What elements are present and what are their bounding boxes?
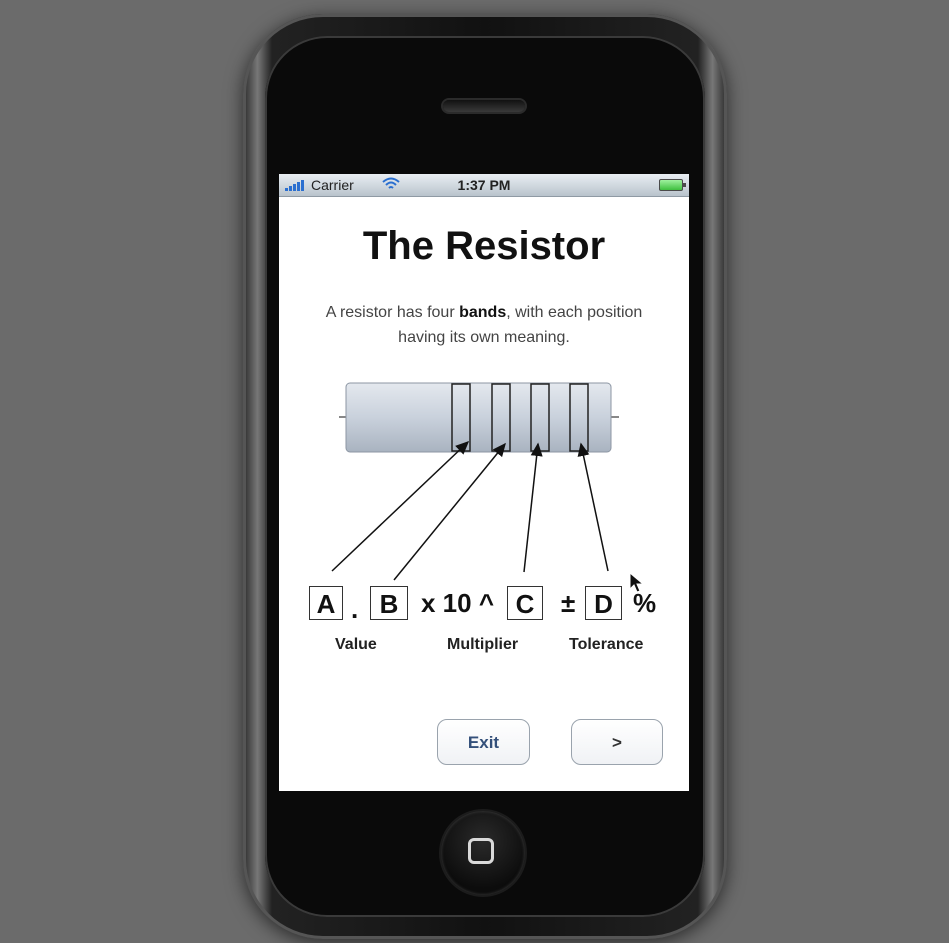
band-c-box: C [507, 586, 543, 620]
next-button[interactable]: > [571, 719, 663, 765]
arrow-d [577, 442, 609, 572]
band-b-box: B [370, 586, 408, 620]
band-a-box: A [309, 586, 343, 620]
earpiece-speaker [443, 100, 525, 112]
arrow-c [523, 442, 543, 573]
phone-screen: Carrier 1:37 PM The Resistor A resistor … [279, 174, 689, 791]
decimal-point: . [351, 594, 359, 624]
mouse-cursor-icon [629, 572, 645, 593]
multiplier-label: Multiplier [447, 636, 519, 653]
home-button-icon [468, 838, 494, 864]
arrow-b [393, 442, 506, 581]
band-d-box: D [585, 586, 622, 620]
home-button[interactable] [441, 811, 525, 895]
resistor-body [345, 382, 612, 453]
arrow-a [331, 440, 470, 572]
plus-minus-sign: ± [561, 588, 576, 618]
resistor-diagram [331, 382, 619, 581]
tolerance-label: Tolerance [569, 636, 644, 653]
multiplier-text: x 10 ^ [421, 588, 495, 618]
exit-button[interactable]: Exit [437, 719, 530, 765]
value-label: Value [335, 636, 377, 653]
